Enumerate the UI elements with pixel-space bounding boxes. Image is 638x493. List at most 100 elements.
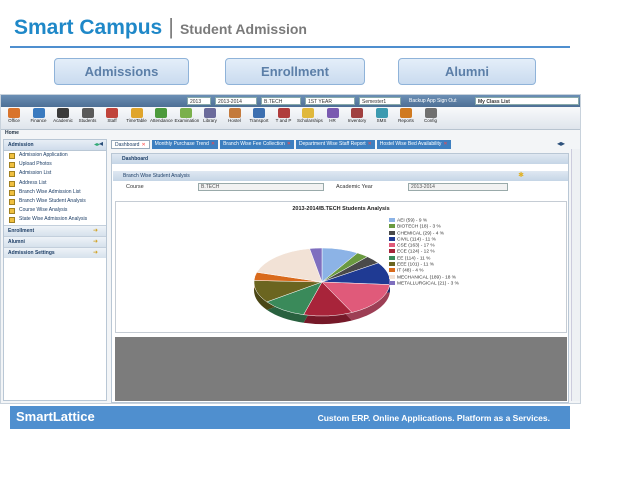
toolbar-reports[interactable]: Reports [395,108,417,124]
tab-strip: Dashboard ✕ Monthly Purchase Trend ✕ Branch … [111,140,453,149]
toolbar-academic[interactable]: Academic [52,108,74,124]
examination-icon [179,108,192,118]
close-icon[interactable]: ✕ [443,141,447,147]
sidebar-header-label: Admission [8,142,34,148]
toolbar-transport[interactable]: Transport [248,108,270,124]
toolbar-label: Hostel [228,118,241,123]
year-select[interactable]: 2013 [187,97,211,105]
toolbar-scholarships[interactable]: Scholarships [297,108,323,124]
backup-button[interactable]: Backup App [409,97,436,105]
tabs-scroll-icons[interactable]: ◂▸ [557,139,565,148]
tab-label: Monthly Purchase Trend [154,141,209,147]
breadcrumb[interactable]: Home [5,130,19,136]
sidebar-item[interactable]: Course Wise Analysis [4,206,106,215]
document-icon [9,208,15,215]
settings-icon[interactable]: ✱ [518,171,524,181]
toolbar-label: SMS [376,118,387,123]
sidebar-item[interactable]: Upload Photos [4,160,106,169]
toolbar-students[interactable]: Students [77,108,99,124]
toolbar-examination[interactable]: Examination [175,108,199,124]
students-icon [81,108,94,118]
expand-arrow-icon[interactable]: ➜ [93,226,98,236]
academic-icon [57,108,69,118]
sidebar-item[interactable]: Branch Wise Admission List [4,188,106,197]
toolbar-label: HR [329,118,336,123]
toolbar-office[interactable]: Office [3,108,25,124]
sidebar-group-enrollment[interactable]: Enrollment ➜ [4,224,106,236]
toolbar-inventory[interactable]: Inventory [346,108,368,124]
legend-label: ECE (124) - 12 % [397,249,435,255]
tab-department-wise-staff-report[interactable]: Department Wise Staff Report ✕ [295,140,375,149]
toolbar-hr[interactable]: HR [322,108,344,124]
sidebar-group-admission-settings[interactable]: Admission Settings ➜ [4,246,106,258]
close-icon[interactable]: ✕ [368,141,372,147]
sidebar-item[interactable]: Admission List [4,169,106,178]
class-list-box[interactable]: My Class List [475,97,579,105]
toolbar-config[interactable]: Config [420,108,442,124]
tabs-scroll-left-icon[interactable]: ◂ [99,139,103,148]
toolbar-staff[interactable]: Staff [101,108,123,124]
toolbar-finance[interactable]: Finance [28,108,50,124]
course-filter-select[interactable]: B.TECH [198,183,324,191]
toolbar-label: Students [78,118,97,123]
toolbar-sms[interactable]: SMS [371,108,393,124]
sidebar-group-label: Enrollment [8,227,35,234]
attendance-icon [155,108,167,118]
close-icon[interactable]: ✕ [287,141,291,147]
session-select[interactable]: 2013-2014 [215,97,257,105]
reports-icon [400,108,412,118]
sidebar-item[interactable]: Address List [4,179,106,188]
hostel-icon [228,108,241,118]
analysis-section-bar: Branch Wise Student Analysis ✱ [113,171,568,181]
pill-alumni[interactable]: Alumni [398,58,536,85]
tab-hostel-wise-bed-availability[interactable]: Hostel Wise Bed Availability ✕ [376,140,451,149]
toolbar-label: TimeTable [126,118,147,123]
legend-label: CHEMICAL (29) - 4 % [397,230,445,236]
legend-swatch [389,255,395,260]
sidebar-header-admission[interactable]: Admission ◂▸ [4,140,106,151]
document-icon [9,171,15,178]
toolbar-attendance[interactable]: Attendance [150,108,173,124]
office-icon [8,108,20,118]
timetable-icon [130,108,143,118]
close-icon[interactable]: ✕ [141,142,145,148]
vertical-scrollbar[interactable] [571,149,580,401]
toolbar-hostel[interactable]: Hostel [224,108,246,124]
toolbar-timetable[interactable]: TimeTable [126,108,148,124]
semester-select[interactable]: Semester1 [359,97,401,105]
legend-label: BIOTECH (18) - 3 % [397,224,441,230]
toolbar-label: Staff [107,118,117,123]
course-label: Course [126,184,144,190]
sidebar-group-alumni[interactable]: Alumni ➜ [4,235,106,247]
footer-bar: SmartLattice Custom ERP. Online Applicat… [10,406,570,429]
toolbar-label: Attendance [150,118,173,123]
expand-arrow-icon[interactable]: ➜ [93,248,98,258]
close-icon[interactable]: ✕ [211,141,215,147]
sidebar-item[interactable]: Branch Wise Student Analysis [4,197,106,206]
toolbar-t-and-p[interactable]: T and P [273,108,295,124]
course-select[interactable]: B.TECH [261,97,301,105]
academic-year-select[interactable]: 2013-2014 [408,183,508,191]
legend-swatch [389,268,395,273]
toolbar-library[interactable]: Library [199,108,221,124]
expand-arrow-icon[interactable]: ➜ [93,237,98,247]
tab-monthly-purchase-trend[interactable]: Monthly Purchase Trend ✕ [151,140,219,149]
tab-label: Department Wise Staff Report [298,141,366,147]
sidebar-item[interactable]: Admission Application [4,151,106,160]
tab-dashboard[interactable]: Dashboard ✕ [111,140,150,149]
t-and-p-icon [277,108,290,118]
pill-admissions[interactable]: Admissions [54,58,189,85]
document-icon [9,189,15,196]
title-separator: | [168,14,174,39]
sidebar-item[interactable]: State Wise Admission Analysis [4,215,106,224]
tab-branch-wise-fee-collection[interactable]: Branch Wise Fee Collection ✕ [220,140,294,149]
signout-button[interactable]: Sign Out [437,97,456,105]
legend-entry: METALLURGICAL (21) - 3 % [389,280,459,287]
legend-swatch [389,280,395,285]
year-level-select[interactable]: 1ST YEAR [305,97,355,105]
pill-enrollment[interactable]: Enrollment [225,58,365,85]
document-icon [9,217,15,224]
legend-label: MECHANICAL (189) - 18 % [397,274,457,280]
sidebar-item-label: Address List [19,179,47,186]
dashboard-panel: Dashboard Branch Wise Student Analysis ✱… [111,153,569,403]
